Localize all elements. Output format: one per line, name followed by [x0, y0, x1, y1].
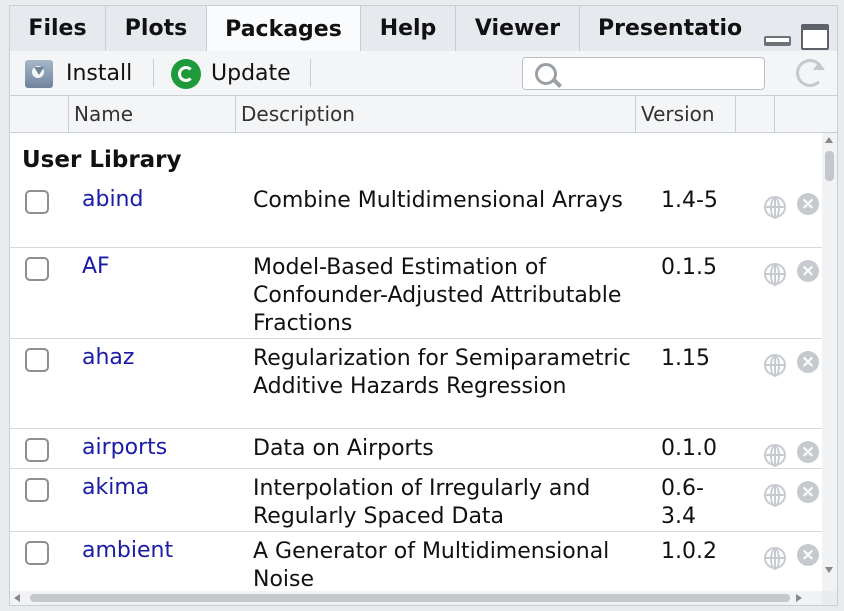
package-checkbox[interactable] [25, 438, 49, 462]
package-description: Model-Based Estimation of Confounder-Adj… [253, 255, 622, 336]
package-checkbox[interactable] [25, 348, 49, 372]
column-divider [774, 96, 775, 132]
globe-icon[interactable] [764, 547, 786, 570]
package-description: Regularization for Semiparametric Additi… [253, 346, 631, 399]
package-name-link[interactable]: ahaz [82, 345, 134, 370]
package-name-link[interactable]: akima [82, 475, 149, 500]
package-name-link[interactable]: ambient [82, 538, 173, 563]
package-checkbox[interactable] [25, 541, 49, 565]
globe-icon[interactable] [764, 484, 786, 507]
package-checkbox[interactable] [25, 257, 49, 281]
section-title: User Library [22, 147, 182, 173]
package-checkbox[interactable] [25, 478, 49, 502]
scrollbar-thumb[interactable] [30, 594, 790, 602]
column-divider [735, 96, 736, 132]
table-row: AF Model-Based Estimation of Confounder-… [10, 248, 822, 339]
package-search-box[interactable] [522, 57, 765, 90]
globe-icon[interactable] [764, 354, 786, 377]
table-row: airports Data on Airports 0.1.0 × [10, 429, 822, 469]
package-version: 0.1.5 [661, 255, 717, 280]
remove-icon[interactable]: × [797, 441, 819, 463]
package-description: Interpolation of Irregularly and Regular… [253, 476, 591, 529]
install-label: Install [66, 61, 133, 86]
update-label: Update [211, 61, 291, 86]
tab-help[interactable]: Help [361, 6, 456, 51]
globe-icon[interactable] [764, 444, 786, 467]
package-name-link[interactable]: AF [82, 254, 110, 279]
package-description: Data on Airports [253, 436, 434, 461]
package-version: 0.6-3.4 [661, 476, 704, 529]
package-checkbox[interactable] [25, 190, 49, 214]
table-header: Name Description Version [10, 96, 837, 133]
package-version: 1.4-5 [661, 188, 718, 213]
remove-icon[interactable]: × [797, 481, 819, 503]
column-header-description[interactable]: Description [235, 96, 635, 132]
search-input[interactable] [567, 61, 756, 88]
refresh-icon[interactable] [796, 59, 825, 87]
tab-viewer[interactable]: Viewer [456, 6, 580, 51]
package-name-link[interactable]: abind [82, 187, 143, 212]
tab-files[interactable]: Files [10, 6, 106, 51]
install-button[interactable]: Install [25, 57, 132, 90]
toolbar-divider [153, 59, 154, 87]
tab-presentation[interactable]: Presentatio [580, 6, 755, 51]
search-icon [535, 63, 557, 85]
horizontal-scrollbar[interactable] [10, 591, 822, 605]
remove-icon[interactable]: × [797, 351, 819, 373]
minimize-icon [764, 36, 791, 46]
toolbar-divider [310, 59, 311, 87]
package-description: Combine Multidimensional Arrays [253, 188, 623, 213]
remove-icon[interactable]: × [797, 193, 819, 215]
install-icon [25, 59, 53, 88]
package-version: 1.0.2 [661, 539, 717, 564]
scroll-left-icon[interactable] [14, 594, 20, 602]
remove-icon[interactable]: × [797, 260, 819, 282]
globe-icon[interactable] [764, 263, 786, 286]
package-version: 0.1.0 [661, 436, 717, 461]
pane-tabbar: Files Plots Packages Help Viewer Present… [10, 5, 837, 51]
update-button[interactable]: Update [171, 57, 291, 90]
scrollbar-thumb[interactable] [825, 151, 834, 181]
package-list: User Library abind Combine Multidimensio… [10, 133, 822, 591]
remove-icon[interactable]: × [797, 544, 819, 566]
package-version: 1.15 [661, 346, 710, 371]
scroll-right-icon[interactable] [796, 594, 802, 602]
maximize-pane-button[interactable] [799, 24, 829, 51]
table-row: ahaz Regularization for Semiparametric A… [10, 339, 822, 429]
scroll-down-icon[interactable] [825, 567, 833, 573]
tab-plots[interactable]: Plots [106, 6, 207, 51]
column-header-version[interactable]: Version [635, 96, 735, 132]
package-description: A Generator of Multidimensional Noise [253, 539, 610, 591]
update-icon [171, 58, 201, 89]
package-name-link[interactable]: airports [82, 435, 167, 460]
minimize-pane-button[interactable] [762, 34, 792, 51]
table-row: ambient A Generator of Multidimensional … [10, 532, 822, 591]
scroll-up-icon[interactable] [825, 137, 833, 143]
tab-packages[interactable]: Packages [206, 6, 361, 51]
column-header-name[interactable]: Name [68, 96, 235, 132]
packages-toolbar: Install Update [10, 51, 837, 96]
maximize-icon [801, 24, 829, 50]
vertical-scrollbar[interactable] [822, 133, 837, 591]
globe-icon[interactable] [764, 196, 786, 219]
table-row: akima Interpolation of Irregularly and R… [10, 469, 822, 532]
table-row: abind Combine Multidimensional Arrays 1.… [10, 181, 822, 248]
